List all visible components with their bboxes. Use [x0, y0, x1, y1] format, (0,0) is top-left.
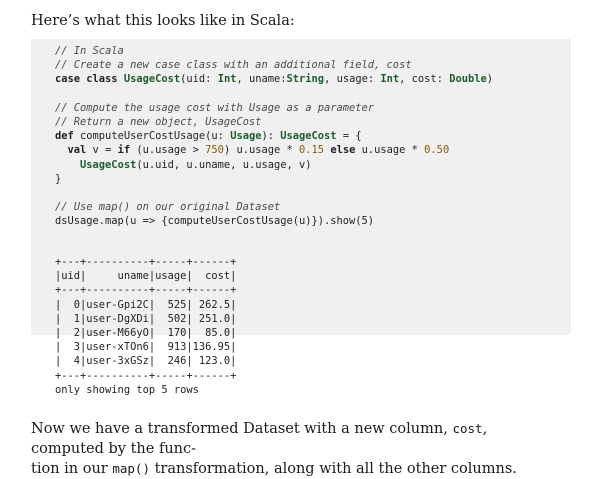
- code-number: 0.15: [299, 144, 325, 157]
- code-keyword: val: [67, 144, 87, 157]
- code-text: ):: [261, 130, 281, 143]
- intro-paragraph: Here’s what this looks like in Scala:: [31, 13, 295, 29]
- code-text: }: [55, 172, 62, 185]
- code-keyword: case class: [55, 73, 118, 86]
- table-border: +---+----------+-----+------+: [55, 284, 237, 297]
- code-text: u.usage *: [355, 144, 425, 157]
- code-type: UsageCost: [123, 73, 181, 86]
- code-comment: // Return a new object, UsageCost: [55, 116, 262, 129]
- code-type: Double: [449, 73, 487, 86]
- table-border: +---+----------+-----+------+: [55, 256, 237, 268]
- code-comment: // In Scala: [55, 45, 124, 57]
- code-text: (u.usage >: [130, 144, 206, 157]
- code-comment: // Compute the usage cost with Usage as …: [55, 101, 375, 114]
- inline-code: cost: [452, 421, 483, 436]
- code-comment: // Create a new case class with an addit…: [55, 59, 412, 72]
- code-text: dsUsage.map(u => {computeUserCostUsage(u…: [55, 215, 375, 228]
- outro-text: Now we have a transformed Dataset with a…: [31, 421, 453, 437]
- code-type: UsageCost: [280, 130, 337, 143]
- code-type: Int: [380, 73, 400, 86]
- code-text: ): [486, 73, 494, 86]
- table-row: | 4|user-3xGSz| 246| 123.0|: [55, 355, 237, 368]
- show-output-table: +---+----------+-----+------+ |uid| unam…: [55, 255, 236, 397]
- code-number: 0.50: [424, 144, 450, 157]
- code-text: , cost:: [399, 73, 450, 86]
- scala-code: // In Scala // Create a new case class w…: [31, 39, 571, 229]
- code-text: , uname:: [236, 73, 287, 86]
- code-type: String: [286, 73, 325, 86]
- code-text: = {: [336, 130, 362, 143]
- table-header: |uid| uname|usage| cost|: [55, 270, 237, 283]
- code-comment: // Use map() on our original Dataset: [55, 201, 281, 214]
- code-text: , usage:: [324, 73, 381, 86]
- output-footer: only showing top 5 rows: [55, 383, 199, 396]
- table-border: +---+----------+-----+------+: [55, 369, 237, 382]
- code-type: Int: [217, 73, 237, 86]
- outro-text: tion in our: [31, 461, 113, 477]
- code-keyword: if: [117, 144, 131, 157]
- table-row: | 0|user-Gpi2C| 525| 262.5|: [55, 298, 237, 311]
- outro-paragraph: Now we have a transformed Dataset with a…: [31, 419, 561, 479]
- table-row: | 3|user-xTOn6| 913|136.95|: [55, 341, 237, 354]
- code-keyword: def: [55, 130, 74, 143]
- table-row: | 2|user-M66yO| 170| 85.0|: [55, 327, 237, 340]
- code-number: 750: [205, 144, 224, 157]
- table-row: | 1|user-DgXDi| 502| 251.0|: [55, 312, 237, 325]
- code-text: computeUserCostUsage(u:: [73, 130, 231, 143]
- code-type: Usage: [230, 130, 262, 143]
- outro-text: transformation, along with all the other…: [149, 461, 517, 477]
- code-text: (u.uid, u.uname, u.usage, v): [136, 158, 312, 171]
- code-type: UsageCost: [80, 158, 137, 171]
- code-text: ) u.usage *: [223, 144, 300, 157]
- code-text: (uid:: [180, 73, 218, 86]
- code-text: v =: [86, 144, 118, 157]
- code-keyword: else: [324, 144, 356, 157]
- inline-code: map(): [112, 461, 150, 476]
